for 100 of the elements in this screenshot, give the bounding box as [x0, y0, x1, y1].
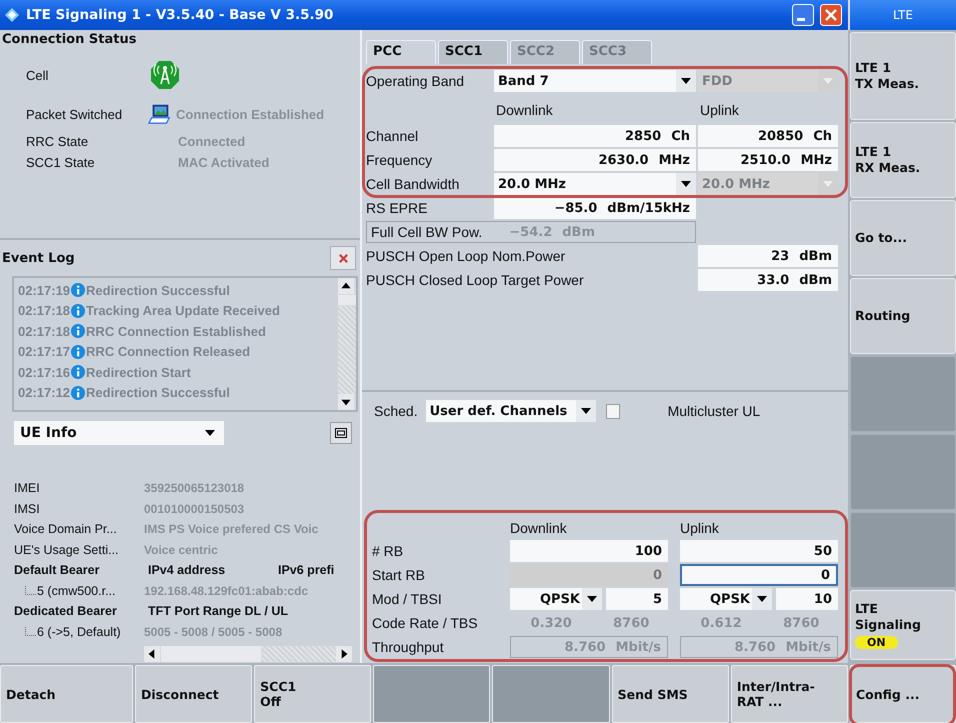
scroll-thumb[interactable] [338, 295, 356, 305]
column-header: IPv6 prefi [278, 563, 334, 578]
clear-button[interactable] [330, 246, 356, 270]
info-icon [71, 344, 86, 359]
status-value: MAC Activated [178, 155, 270, 170]
field-label: Sched. [374, 403, 418, 419]
column-header: Dedicated Bearer [14, 604, 118, 618]
softkey[interactable]: Disconnect [135, 665, 252, 723]
status-label: SCC1 State [26, 155, 96, 170]
status-value: Connected [178, 134, 246, 149]
field-label: PUSCH Closed Loop Target Power [366, 272, 585, 288]
caret-icon [580, 407, 592, 415]
panel-header: LTE [848, 0, 956, 30]
dropdown[interactable]: 20.0 MHz [494, 173, 696, 195]
dropdown[interactable]: Band 7 [494, 70, 696, 92]
field-label: Frequency [366, 152, 434, 168]
input-field[interactable]: 100 [510, 540, 668, 562]
view-dropdown[interactable]: UE Info [14, 421, 224, 445]
input-field[interactable]: 2630.0 MHz [494, 149, 696, 171]
caret-icon [756, 595, 768, 603]
section-title: Event Log [2, 250, 75, 266]
dropdown[interactable]: QPSK [510, 588, 602, 610]
input-field[interactable]: 5 [606, 588, 668, 610]
code-rate-value: 0.612 [700, 616, 742, 630]
scroll-thumb[interactable] [161, 646, 261, 662]
input-field[interactable]: 20850 Ch [698, 125, 838, 147]
dropdown[interactable]: User def. Channels [426, 400, 596, 422]
laptop-icon [148, 102, 172, 126]
event-text: Tracking Area Update Received [86, 303, 280, 318]
dropdown: FDD [698, 70, 838, 92]
scrollbar[interactable] [144, 646, 352, 662]
info-value: 192.168.48.129fc01:abab:cdc [144, 584, 308, 598]
field-label: Code Rate / TBS [372, 615, 479, 631]
readout-field: Full Cell BW Pow. −54.2 dBm [366, 221, 696, 243]
column-header: Downlink [510, 519, 568, 538]
code-rate-value: 0.320 [530, 616, 572, 630]
input-field[interactable]: 0 [680, 564, 838, 586]
event-time: 02:17:12 [18, 385, 70, 400]
event-time: 02:17:18 [18, 303, 70, 318]
info-label: IMSI [14, 502, 41, 516]
caret-icon [822, 180, 834, 188]
softkey[interactable]: SCC1 Off [254, 665, 372, 723]
column-header: TFT Port Range DL / UL [148, 604, 288, 618]
softkey[interactable]: Config ... [850, 665, 956, 723]
softkey[interactable]: LTE 1 RX Meas. [850, 122, 956, 198]
tab[interactable]: PCC [366, 40, 436, 64]
close-icon[interactable] [820, 4, 842, 26]
softkey[interactable]: Go to... [850, 200, 956, 276]
event-time: 02:17:18 [18, 324, 70, 339]
column-header: IPv4 address [148, 563, 226, 578]
softkey[interactable]: Send SMS [612, 665, 729, 723]
column-header: Uplink [680, 519, 720, 538]
softkey[interactable]: LTE 1 TX Meas. [850, 32, 956, 120]
field-label: # RB [372, 543, 404, 559]
softkey[interactable]: Detach [0, 665, 133, 723]
status-value: Connection Established [176, 106, 324, 122]
softkey[interactable]: LTE Signaling ON [850, 590, 956, 660]
readout-field: 8.760 Mbit/s [510, 636, 668, 658]
tree-item[interactable]: 6 (->5, Default) [37, 624, 121, 639]
field-label: Start RB [372, 567, 426, 583]
window-title: LTE Signaling 1 - V3.5.40 - Base V 3.5.90 [26, 7, 334, 23]
checkbox[interactable] [606, 404, 620, 418]
field-label: Channel [366, 128, 420, 144]
softkey[interactable]: Routing [850, 278, 956, 354]
status-label: Cell [26, 68, 50, 82]
input-field[interactable]: 50 [680, 540, 838, 562]
event-time: 02:17:16 [18, 364, 70, 380]
softkey[interactable]: Inter/Intra- RAT ... [730, 665, 848, 723]
tbs-value: 8760 [783, 616, 820, 630]
antenna-icon [150, 60, 180, 90]
input-field[interactable]: −85.0 dBm/15kHz [494, 197, 696, 219]
field-label: Cell Bandwidth [366, 176, 460, 192]
dropdown: 20.0 MHz [698, 173, 838, 195]
info-icon [71, 283, 86, 298]
event-text: Redirection Start [86, 364, 191, 380]
event-time: 02:17:17 [18, 344, 70, 360]
info-icon [71, 324, 86, 338]
tree-item[interactable]: 5 (cmw500.r... [37, 584, 116, 598]
input-field[interactable]: 23 dBm [698, 245, 838, 267]
input-field[interactable]: 2850 Ch [494, 125, 696, 147]
minimize-icon[interactable] [792, 4, 814, 26]
diamond-icon [4, 7, 20, 23]
tree-line-icon [24, 586, 36, 596]
scrollbar[interactable] [338, 278, 356, 410]
info-value: IMS PS Voice prefered CS Voic [144, 522, 318, 536]
maximize-button[interactable] [330, 422, 352, 444]
caret-icon [822, 77, 834, 85]
input-field[interactable]: 33.0 dBm [698, 269, 838, 291]
field-label: Mod / TBSI [372, 591, 443, 607]
event-text: Redirection Successful [86, 385, 230, 400]
input-field[interactable]: 2510.0 MHz [698, 149, 838, 171]
tab[interactable]: SCC1 [438, 40, 508, 64]
event-time: 02:17:19 [18, 282, 70, 298]
info-icon [71, 365, 86, 380]
status-badge: ON [855, 636, 898, 649]
info-label: Voice Domain Pr... [14, 522, 118, 536]
caret-icon [680, 180, 692, 188]
input-field[interactable]: 10 [776, 588, 838, 610]
dropdown[interactable]: QPSK [680, 588, 772, 610]
status-label: Packet Switched [26, 106, 124, 122]
